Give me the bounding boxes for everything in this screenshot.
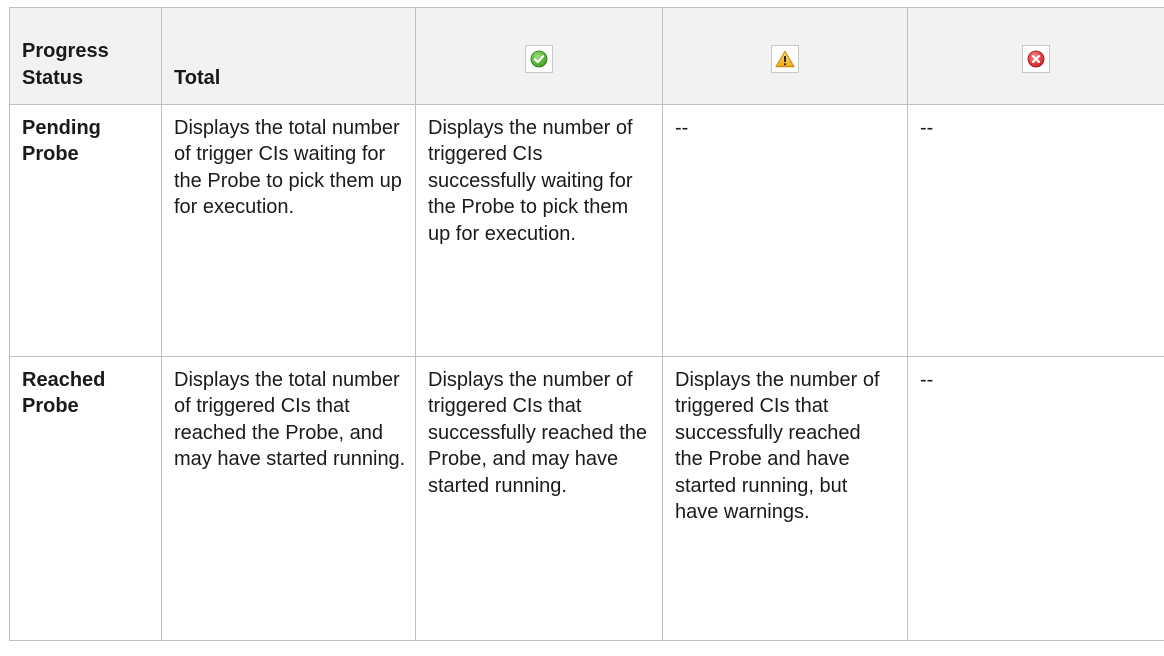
error-description: --: [920, 117, 934, 139]
total-cell: Displays the total number of triggered C…: [161, 356, 416, 641]
table-row: Pending Probe Displays the total number …: [9, 104, 1164, 357]
total-description: Displays the total number of triggered C…: [174, 369, 406, 471]
error-cell: --: [907, 104, 1164, 357]
error-icon: [1022, 45, 1050, 73]
header-total: Total: [161, 7, 416, 105]
total-cell: Displays the total number of trigger CIs…: [161, 104, 416, 357]
header-total-label: Total: [174, 66, 221, 89]
table-row: Reached Probe Displays the total number …: [9, 356, 1164, 641]
status-cell: Pending Probe: [9, 104, 162, 357]
warning-description: --: [675, 117, 689, 139]
warning-icon: [771, 45, 799, 73]
success-description: Displays the number of triggered CIs suc…: [428, 117, 633, 245]
progress-status-table: Progress Status Total Pending Probe Disp…: [9, 7, 1164, 641]
status-cell: Reached Probe: [9, 356, 162, 641]
warning-description: Displays the number of triggered CIs tha…: [675, 369, 880, 524]
success-cell: Displays the number of triggered CIs tha…: [415, 356, 663, 641]
warning-cell: Displays the number of triggered CIs tha…: [662, 356, 908, 641]
warning-cell: --: [662, 104, 908, 357]
header-progress-status: Progress Status: [9, 7, 162, 105]
header-warning: [662, 7, 908, 105]
header-success: [415, 7, 663, 105]
success-cell: Displays the number of triggered CIs suc…: [415, 104, 663, 357]
status-label: Pending Probe: [22, 117, 101, 166]
error-description: --: [920, 369, 934, 391]
total-description: Displays the total number of trigger CIs…: [174, 117, 402, 219]
success-icon: [525, 45, 553, 73]
header-row: Progress Status Total: [9, 7, 1164, 105]
status-label: Reached Probe: [22, 369, 106, 418]
error-cell: --: [907, 356, 1164, 641]
success-description: Displays the number of triggered CIs tha…: [428, 369, 648, 497]
header-error: [907, 7, 1164, 105]
header-progress-status-label: Progress Status: [22, 40, 109, 89]
